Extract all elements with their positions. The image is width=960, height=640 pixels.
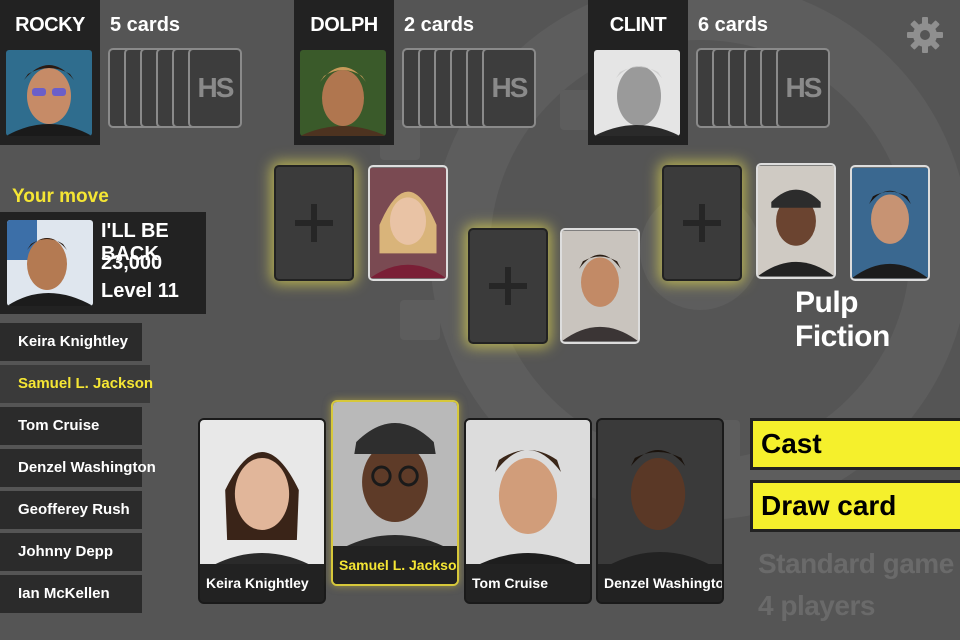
hand-list-item[interactable]: Tom Cruise	[0, 407, 142, 445]
opponent-name: CLINT	[609, 14, 667, 36]
opponent-panel: ROCKY	[0, 0, 100, 145]
player-panel: I'LL BE BACK 23,000 Level 11	[0, 212, 206, 314]
cast-slot[interactable]	[274, 165, 354, 281]
opponent-card-count: 2 cards	[404, 14, 475, 36]
board-actor-card	[368, 165, 448, 281]
hand-card-selected[interactable]: Samuel L. Jackson	[331, 400, 459, 586]
actor-photo	[370, 167, 446, 279]
opponent-name: ROCKY	[15, 14, 85, 36]
player-avatar	[7, 220, 93, 306]
card-back-logo: HS	[785, 72, 823, 103]
opponent-panel: CLINT	[588, 0, 688, 145]
opponent-avatar	[6, 50, 92, 136]
actor-photo	[562, 230, 638, 342]
movie-title: Pulp Fiction	[795, 286, 890, 353]
board-actor-card	[850, 165, 930, 281]
card-back-logo: HS	[491, 72, 529, 103]
opponent-card-count: 6 cards	[698, 14, 769, 36]
actor-photo	[333, 402, 457, 550]
card-back-top: HS	[482, 48, 536, 128]
hand-card-label: Tom Cruise	[466, 564, 590, 602]
player-level: Level 11	[101, 280, 179, 302]
hand-list-item[interactable]: Ian McKellen	[0, 575, 142, 613]
hand-card-label: Keira Knightley	[200, 564, 324, 602]
player-count-label: 4 players	[758, 590, 875, 621]
plus-icon	[683, 204, 721, 242]
plus-icon	[489, 267, 527, 305]
hand-list-item[interactable]: Keira Knightley	[0, 323, 142, 361]
hand-card-label: Denzel Washington	[598, 564, 722, 602]
card-back-top: HS	[776, 48, 830, 128]
cast-slot[interactable]	[468, 228, 548, 344]
hand-card-label: Samuel L. Jackson	[333, 546, 457, 584]
hand-list-item[interactable]: Geofferey Rush	[0, 491, 142, 529]
actor-photo	[466, 420, 590, 568]
opponent-panel: DOLPH	[294, 0, 394, 145]
cast-slot[interactable]	[662, 165, 742, 281]
hand-list-item[interactable]: Denzel Washington	[0, 449, 156, 487]
board-actor-card	[756, 163, 836, 279]
opponent-card-count: 5 cards	[110, 14, 181, 36]
plus-icon	[295, 204, 333, 242]
hand-list-item[interactable]: Johnny Depp	[0, 533, 142, 571]
actor-photo	[852, 167, 928, 279]
actor-photo	[598, 420, 722, 568]
opponent-avatar	[594, 50, 680, 136]
card-back-top: HS	[188, 48, 242, 128]
game-mode-label: Standard game	[758, 548, 954, 579]
draw-card-button[interactable]: Draw card	[750, 480, 960, 532]
hand-card[interactable]: Tom Cruise	[464, 418, 592, 604]
cast-button[interactable]: Cast	[750, 418, 960, 470]
gear-icon[interactable]	[905, 15, 945, 55]
actor-photo	[200, 420, 324, 568]
actor-photo	[758, 165, 834, 277]
player-score: 23,000	[101, 252, 163, 274]
opponent-name: DOLPH	[310, 14, 378, 36]
opponent-avatar	[300, 50, 386, 136]
hand-card[interactable]: Denzel Washington	[596, 418, 724, 604]
board-actor-card	[560, 228, 640, 344]
turn-indicator: Your move	[12, 186, 109, 207]
card-back-logo: HS	[197, 72, 235, 103]
hand-list-item-selected[interactable]: Samuel L. Jackson	[0, 365, 153, 403]
hand-card[interactable]: Keira Knightley	[198, 418, 326, 604]
